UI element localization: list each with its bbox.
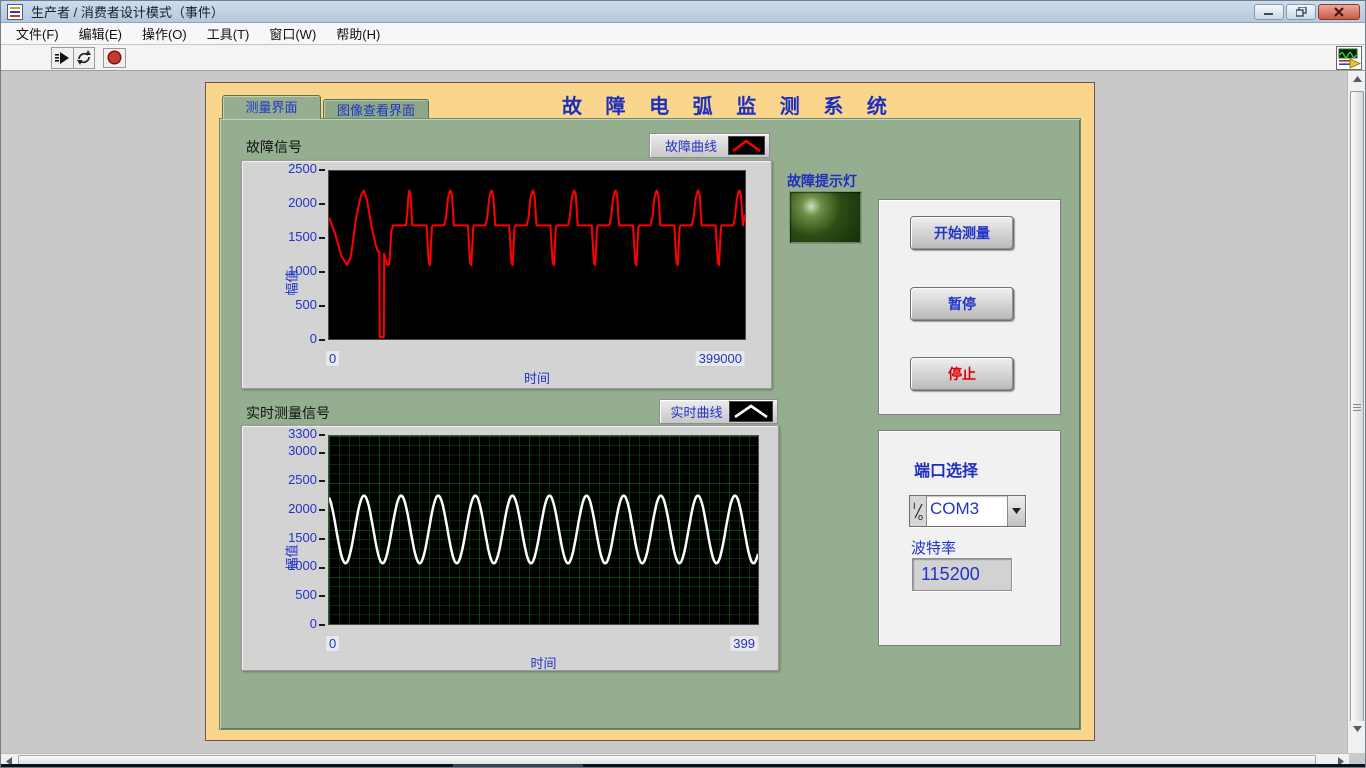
menu-operate[interactable]: 操作(O) <box>133 22 196 45</box>
title-bar[interactable]: 生产者 / 消费者设计模式（事件） <box>1 1 1365 23</box>
baud-rate-value: 115200 <box>912 558 1012 591</box>
y-tick-label: 3300 <box>288 426 326 441</box>
close-button[interactable] <box>1318 4 1360 20</box>
fault-chart-label: 故障信号 <box>246 137 302 157</box>
realtime-legend-label: 实时曲线 <box>664 402 729 421</box>
arrow-down-icon <box>1353 726 1362 732</box>
start-measure-button[interactable]: 开始测量 <box>910 216 1014 250</box>
run-icon <box>55 51 71 65</box>
tab-page-measure: 故障信号 故障曲线 25002000150010005000 幅值 0 3990… <box>219 118 1081 730</box>
stop-button[interactable]: 停止 <box>910 357 1014 391</box>
com-port-value[interactable]: COM3 <box>927 496 1007 526</box>
restore-icon <box>1296 7 1307 17</box>
abort-icon <box>107 50 122 65</box>
toolbar <box>1 45 1365 71</box>
fault-x-min: 0 <box>325 350 340 367</box>
y-tick-label: 2000 <box>288 501 326 516</box>
labview-app-icon <box>7 4 23 20</box>
fault-indicator-led <box>789 191 862 244</box>
menu-window[interactable]: 窗口(W) <box>260 22 325 45</box>
realtime-chart-x-axis-label: 时间 <box>328 653 759 672</box>
run-continuous-button[interactable] <box>73 48 94 68</box>
port-selection-panel: 端口选择 I o COM3 波特率 115200 <box>878 430 1061 646</box>
scroll-down-button[interactable] <box>1348 721 1366 737</box>
realtime-chart-y-axis-label: 幅值 <box>282 544 301 570</box>
decorative-frame: 故 障 电 弧 监 测 系 统 测量界面 图像查看界面 故障信号 故障曲线 25… <box>205 82 1095 741</box>
realtime-chart-plot-area[interactable] <box>328 435 759 625</box>
vi-icon <box>1336 46 1362 70</box>
run-continuous-icon <box>76 50 92 65</box>
y-tick-label: 1500 <box>288 530 326 545</box>
svg-text:o: o <box>918 512 923 522</box>
y-tick-label: 3000 <box>288 443 326 458</box>
labview-window: 生产者 / 消费者设计模式（事件） 文件(F) 编辑(E) 操作(O) 工具(T… <box>0 0 1366 768</box>
realtime-legend[interactable]: 实时曲线 <box>659 399 778 424</box>
com-port-dropdown-button[interactable] <box>1007 496 1025 526</box>
menu-file[interactable]: 文件(F) <box>7 22 68 45</box>
y-tick-label: 500 <box>295 297 326 312</box>
close-icon <box>1334 7 1344 17</box>
chevron-down-icon <box>1012 508 1021 514</box>
control-buttons-panel: 开始测量 暂停 停止 <box>878 199 1061 415</box>
menu-tools[interactable]: 工具(T) <box>198 22 259 45</box>
fault-led-label: 故障提示灯 <box>787 171 857 191</box>
y-tick-label: 2500 <box>288 161 326 176</box>
menu-edit[interactable]: 编辑(E) <box>70 22 131 45</box>
app-title: 故 障 电 弧 监 测 系 统 <box>562 90 896 119</box>
baud-rate-label: 波特率 <box>911 537 956 558</box>
svg-text:I: I <box>913 501 916 511</box>
tab-measure[interactable]: 测量界面 <box>222 95 321 119</box>
io-name-icon: I o <box>910 496 927 526</box>
port-select-title: 端口选择 <box>914 457 978 481</box>
realtime-chart-label: 实时测量信号 <box>246 403 330 423</box>
realtime-chart[interactable]: 3300300025002000150010005000 幅值 <box>241 425 779 671</box>
scroll-up-button[interactable] <box>1348 71 1366 87</box>
y-tick-label: 2000 <box>288 195 326 210</box>
y-tick-label: 500 <box>295 587 326 602</box>
restore-button[interactable] <box>1286 4 1316 20</box>
fault-legend-plot-icon[interactable] <box>728 136 765 155</box>
fault-x-max: 399000 <box>695 350 746 367</box>
y-tick-label: 1500 <box>288 229 326 244</box>
taskbar-edge <box>1 764 1365 767</box>
fault-chart-plot-area[interactable] <box>328 170 746 340</box>
realtime-legend-plot-icon[interactable] <box>729 401 773 422</box>
y-tick-label: 0 <box>310 331 326 346</box>
realtime-x-max: 399 <box>729 635 759 652</box>
abort-button[interactable] <box>103 48 126 68</box>
fault-chart-x-axis-label: 时间 <box>328 368 746 387</box>
fault-chart[interactable]: 25002000150010005000 幅值 0 399000 时间 <box>241 160 772 389</box>
menu-bar: 文件(F) 编辑(E) 操作(O) 工具(T) 窗口(W) 帮助(H) <box>1 23 1365 45</box>
fault-chart-y-axis-label: 幅值 <box>282 269 301 295</box>
menu-help[interactable]: 帮助(H) <box>327 22 389 45</box>
fault-legend-label: 故障曲线 <box>654 136 728 155</box>
y-tick-label: 0 <box>310 616 326 631</box>
run-button[interactable] <box>52 48 73 68</box>
vertical-scrollbar[interactable] <box>1347 71 1365 753</box>
pause-button[interactable]: 暂停 <box>910 287 1014 321</box>
fault-legend[interactable]: 故障曲线 <box>649 133 770 158</box>
realtime-x-min: 0 <box>325 635 340 652</box>
arrow-up-icon <box>1353 76 1362 82</box>
window-title: 生产者 / 消费者设计模式（事件） <box>31 2 224 21</box>
com-port-combo[interactable]: I o COM3 <box>909 495 1026 527</box>
vertical-scroll-thumb[interactable] <box>1350 91 1364 725</box>
minimize-button[interactable] <box>1254 4 1284 20</box>
minimize-icon <box>1264 8 1274 16</box>
y-tick-label: 2500 <box>288 472 326 487</box>
